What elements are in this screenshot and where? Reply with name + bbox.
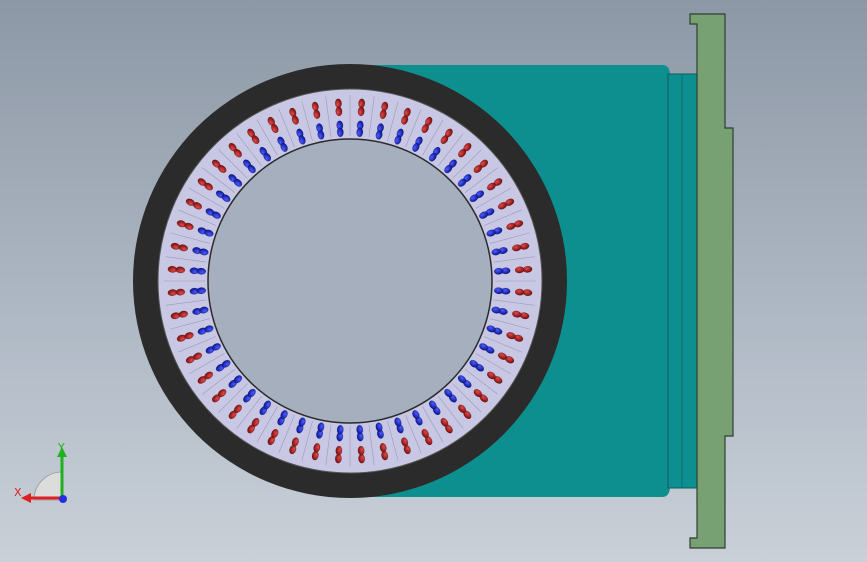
y-axis-label: Y — [57, 441, 65, 454]
outer-winding-coil — [335, 445, 343, 456]
housing-neck[interactable] — [667, 73, 699, 489]
inner-winding-coil — [336, 424, 344, 435]
coordinate-triad-icon: Y X — [14, 441, 67, 503]
outer-winding-coil — [514, 266, 525, 274]
inner-winding-coil — [336, 127, 344, 138]
inner-winding-coil — [493, 267, 504, 275]
outer-winding-coil — [175, 288, 186, 296]
rotor-bore[interactable] — [207, 138, 493, 424]
outer-winding-coil — [335, 106, 343, 117]
z-axis-arrow — [59, 495, 67, 503]
inner-winding-coil — [493, 287, 504, 295]
outer-winding-coil — [514, 288, 525, 296]
inner-winding-coil — [356, 424, 364, 435]
x-axis-label: X — [14, 486, 22, 499]
inner-winding-coil — [196, 267, 207, 275]
motor-model-view[interactable] — [0, 0, 867, 562]
outer-winding-coil — [357, 106, 365, 117]
graphics-viewport[interactable]: Y X — [0, 0, 867, 562]
mounting-flange[interactable] — [689, 13, 734, 549]
outer-winding-coil — [175, 266, 186, 274]
inner-winding-coil — [356, 127, 364, 138]
outer-winding-coil — [357, 445, 365, 456]
inner-winding-coil — [196, 287, 207, 295]
